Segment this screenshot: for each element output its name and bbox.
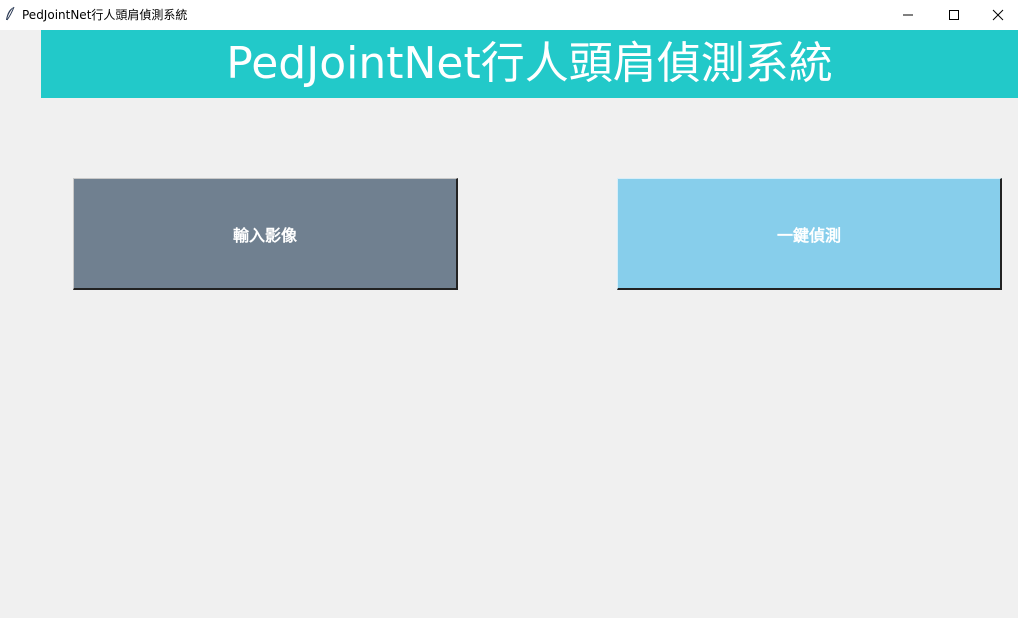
window-title: PedJointNet行人頭肩偵測系統 — [22, 8, 188, 22]
maximize-icon — [949, 10, 959, 20]
minimize-icon — [903, 14, 913, 16]
input-image-button[interactable]: 輸入影像 — [73, 178, 458, 290]
page-title: PedJointNet行人頭肩偵測系統 — [226, 38, 833, 89]
one-click-detect-button-label: 一鍵偵測 — [776, 225, 841, 245]
window-titlebar[interactable]: PedJointNet行人頭肩偵測系統 — [0, 0, 1018, 30]
header-banner: PedJointNet行人頭肩偵測系統 — [41, 30, 1018, 98]
close-icon — [992, 9, 1004, 21]
one-click-detect-button[interactable]: 一鍵偵測 — [617, 178, 1002, 290]
input-image-button-label: 輸入影像 — [232, 225, 297, 245]
feather-icon — [4, 6, 16, 22]
close-button[interactable] — [975, 0, 1018, 30]
maximize-button[interactable] — [931, 0, 977, 30]
minimize-button[interactable] — [885, 0, 931, 30]
